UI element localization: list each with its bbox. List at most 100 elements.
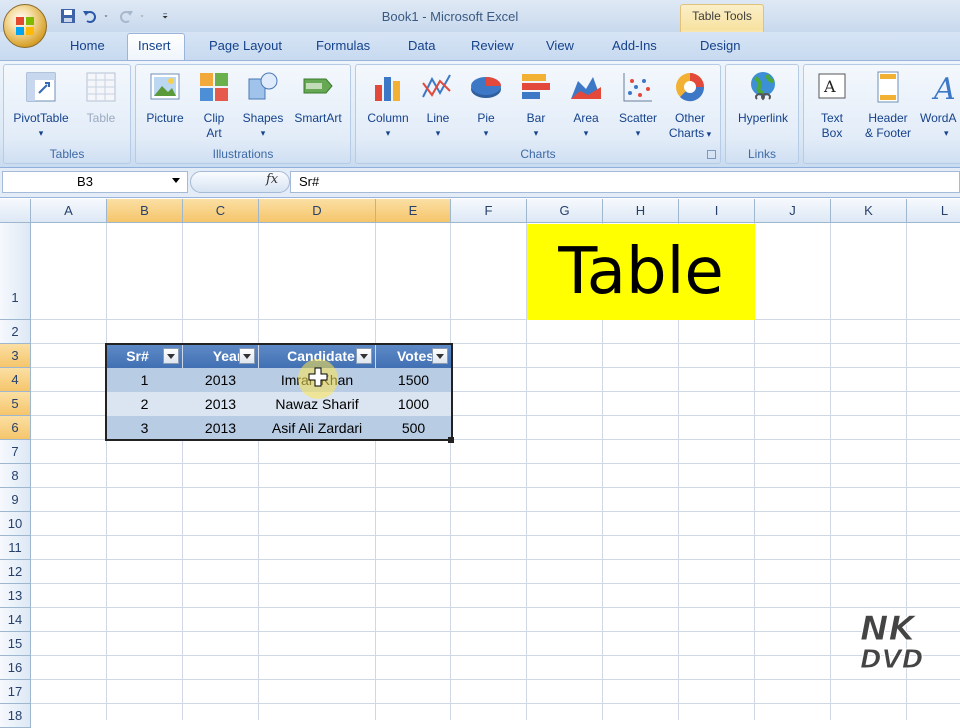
grid-hline — [31, 631, 960, 632]
row-header[interactable]: 16 — [0, 656, 31, 680]
row-header[interactable]: 13 — [0, 584, 31, 608]
text-box-button[interactable]: A Text Box — [808, 69, 856, 141]
row-header[interactable]: 18 — [0, 704, 31, 728]
bar-chart-button[interactable]: Bar ▾ — [514, 69, 558, 141]
grid-vline — [830, 223, 831, 720]
group-links: Hyperlink Links — [725, 64, 799, 164]
group-links-label: Links — [747, 147, 776, 161]
row-header[interactable]: 15 — [0, 632, 31, 656]
smartart-button[interactable]: SmartArt — [288, 69, 348, 126]
grid-vline — [450, 223, 451, 720]
select-all-corner[interactable] — [0, 199, 31, 223]
row-header[interactable]: 12 — [0, 560, 31, 584]
area-dropdown-icon: ▾ — [583, 128, 589, 138]
row-header[interactable]: 4 — [0, 368, 31, 392]
tab-review[interactable]: Review — [471, 38, 514, 53]
row-header[interactable]: 2 — [0, 320, 31, 344]
grid-vline — [106, 223, 107, 720]
column-header[interactable]: C — [183, 199, 259, 223]
group-text: A Text Box Header & Footer A WordA ▾ — [803, 64, 960, 164]
line-chart-icon — [422, 74, 451, 98]
picture-button[interactable]: Picture — [140, 69, 190, 126]
row-header[interactable]: 17 — [0, 680, 31, 704]
name-box-dropdown-icon[interactable] — [172, 178, 180, 183]
header-footer-button[interactable]: Header & Footer — [856, 69, 920, 141]
grid-hline — [31, 511, 960, 512]
row-header[interactable]: 14 — [0, 608, 31, 632]
other-charts-button[interactable]: Other Charts ▾ — [664, 69, 716, 142]
grid-hline — [31, 535, 960, 536]
row-header[interactable]: 10 — [0, 512, 31, 536]
svg-text:A: A — [823, 77, 836, 96]
svg-text:A: A — [931, 72, 956, 105]
group-illustrations: Picture Clip Art Shapes ▾ SmartArt Illus… — [135, 64, 351, 164]
worksheet-grid[interactable] — [0, 199, 960, 720]
scatter-chart-button[interactable]: Scatter ▾ — [612, 69, 664, 141]
row-header[interactable]: 3 — [0, 344, 31, 368]
office-button[interactable] — [3, 4, 47, 48]
column-header[interactable]: H — [603, 199, 679, 223]
table-button[interactable]: Table — [76, 69, 126, 126]
pie-chart-icon — [471, 77, 501, 98]
tab-insert[interactable]: Insert — [138, 38, 171, 53]
watermark-nk: NK — [860, 609, 917, 649]
clip-art-button[interactable]: Clip Art — [192, 69, 236, 141]
row-header[interactable]: 1 — [0, 223, 31, 320]
column-header[interactable]: D — [259, 199, 376, 223]
column-header[interactable]: L — [907, 199, 960, 223]
pie-chart-button[interactable]: Pie ▾ — [464, 69, 508, 141]
column-header[interactable]: E — [376, 199, 451, 223]
column-header[interactable]: G — [527, 199, 603, 223]
name-box[interactable]: B3 — [2, 171, 188, 193]
smartart-icon — [303, 78, 333, 94]
bar-dropdown-icon: ▾ — [533, 128, 539, 138]
row-header[interactable]: 9 — [0, 488, 31, 512]
insert-function-icon[interactable]: fx — [266, 172, 278, 187]
pivottable-button[interactable]: PivotTable ▾ — [8, 69, 74, 141]
shapes-icon — [248, 72, 278, 100]
pie-dropdown-icon: ▾ — [483, 128, 489, 138]
column-header[interactable]: F — [451, 199, 527, 223]
column-header[interactable]: B — [107, 199, 183, 223]
row-header[interactable]: 7 — [0, 440, 31, 464]
line-chart-button[interactable]: Line ▾ — [416, 69, 460, 141]
tab-page-layout[interactable]: Page Layout — [209, 38, 282, 53]
tab-home[interactable]: Home — [70, 38, 105, 53]
column-header[interactable]: J — [755, 199, 831, 223]
grid-vline — [375, 223, 376, 720]
column-header[interactable]: I — [679, 199, 755, 223]
tab-data[interactable]: Data — [408, 38, 435, 53]
tab-formulas[interactable]: Formulas — [316, 38, 370, 53]
cell-select-cursor-icon — [308, 367, 328, 387]
column-header[interactable]: K — [831, 199, 907, 223]
row-header[interactable]: 5 — [0, 392, 31, 416]
picture-icon — [150, 73, 180, 100]
table-resize-handle[interactable] — [448, 437, 454, 443]
grid-hline — [31, 463, 960, 464]
hyperlink-button[interactable]: Hyperlink — [728, 69, 798, 126]
table-tools-label: Table Tools — [692, 9, 752, 23]
text-box-icon: A — [818, 73, 846, 99]
nk-dvd-watermark-logo: NK DVD — [860, 609, 924, 673]
window-title: Book1 - Microsoft Excel — [381, 9, 519, 24]
area-chart-button[interactable]: Area ▾ — [564, 69, 608, 141]
grid-hline — [31, 319, 960, 320]
column-chart-button[interactable]: Column ▾ — [360, 69, 416, 141]
row-header[interactable]: 11 — [0, 536, 31, 560]
shapes-button[interactable]: Shapes ▾ — [238, 69, 288, 141]
wordart-icon: A — [931, 72, 956, 107]
area-chart-icon — [571, 77, 601, 99]
bar-chart-icon — [522, 74, 550, 99]
formula-input[interactable]: Sr# — [290, 171, 960, 193]
grid-hline — [31, 583, 960, 584]
wordart-button[interactable]: A WordA ▾ — [920, 69, 960, 141]
column-dropdown-icon: ▾ — [385, 128, 391, 138]
scatter-dropdown-icon: ▾ — [635, 128, 641, 138]
row-header[interactable]: 6 — [0, 416, 31, 440]
tab-add-ins[interactable]: Add-Ins — [612, 38, 657, 53]
column-header[interactable]: A — [31, 199, 107, 223]
grid-hline — [31, 559, 960, 560]
tab-view[interactable]: View — [546, 38, 574, 53]
row-header[interactable]: 8 — [0, 464, 31, 488]
tab-design[interactable]: Design — [700, 38, 740, 53]
